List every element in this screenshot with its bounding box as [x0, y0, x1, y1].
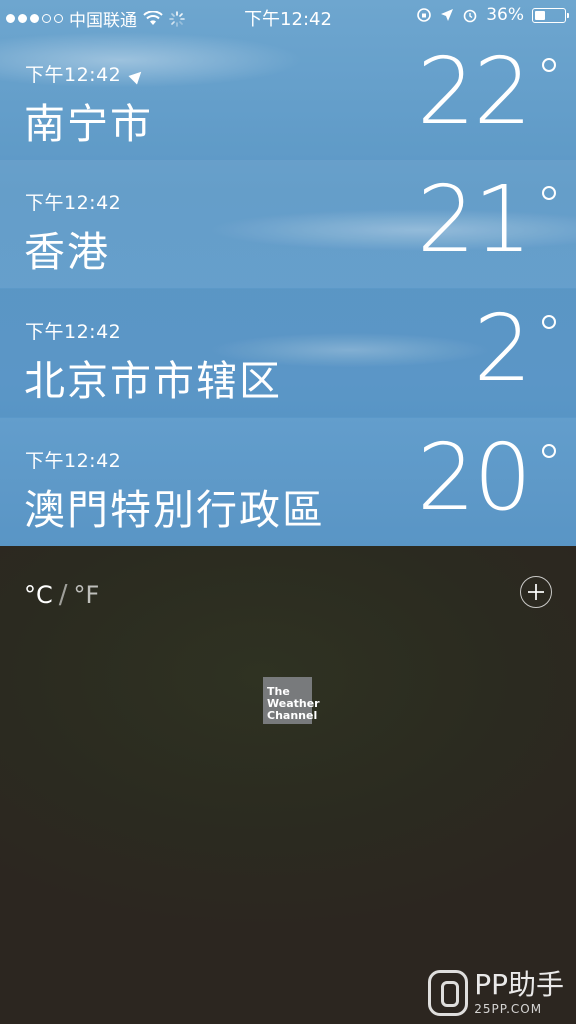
city-temperature: 22	[416, 38, 532, 145]
degree-icon	[542, 58, 556, 72]
status-bar: 中国联通 下午12:42 36%	[0, 0, 576, 32]
city-time: 下午12:42	[25, 60, 146, 87]
city-row-macau[interactable]: 下午12:42 澳門特別行政區 20	[0, 418, 576, 546]
city-temperature: 2	[473, 295, 532, 402]
city-list: 下午12:42 南宁市 22 下午12:42 香港 21 下午12:42 北京市…	[0, 0, 576, 546]
degree-icon	[542, 186, 556, 200]
city-time: 下午12:42	[25, 450, 122, 472]
status-right: 36%	[416, 5, 569, 25]
degree-icon	[542, 444, 556, 458]
location-icon	[441, 9, 454, 21]
fahrenheit-option[interactable]: °F	[74, 581, 100, 609]
city-name: 南宁市	[24, 100, 153, 148]
add-city-button[interactable]	[520, 576, 552, 608]
watermark-url: 25PP.COM	[474, 1002, 543, 1016]
unit-separator: /	[58, 580, 68, 610]
battery-fill	[535, 10, 545, 20]
degree-icon	[542, 315, 556, 329]
battery-percent: 36%	[486, 5, 524, 25]
location-arrow-icon	[128, 67, 146, 84]
pp-logo-icon	[428, 970, 469, 1016]
city-row-hongkong[interactable]: 下午12:42 香港 21	[0, 160, 576, 288]
city-time: 下午12:42	[25, 192, 122, 214]
battery-icon	[532, 7, 569, 23]
city-row-nanning[interactable]: 下午12:42 南宁市 22	[0, 32, 576, 160]
weather-channel-logo[interactable]: The Weather Channel	[263, 677, 320, 724]
alarm-icon	[463, 9, 477, 23]
city-name: 澳門特別行政區	[24, 486, 325, 534]
city-name: 香港	[24, 228, 110, 276]
city-time: 下午12:42	[25, 321, 122, 343]
city-temperature: 20	[416, 424, 532, 531]
city-row-beijing[interactable]: 下午12:42 北京市市辖区 2	[0, 289, 576, 417]
orientation-lock-icon	[417, 8, 432, 22]
celsius-option[interactable]: °C	[24, 581, 53, 609]
city-temperature: 21	[416, 166, 532, 273]
watermark: PP助手 25PP.COM	[428, 970, 564, 1016]
unit-toggle[interactable]: °C / °F	[24, 580, 99, 610]
footer: °C / °F The Weather Channel PP助手 25PP.COM	[0, 546, 576, 1024]
watermark-brand: PP助手	[474, 968, 564, 1001]
city-name: 北京市市辖区	[24, 357, 282, 405]
